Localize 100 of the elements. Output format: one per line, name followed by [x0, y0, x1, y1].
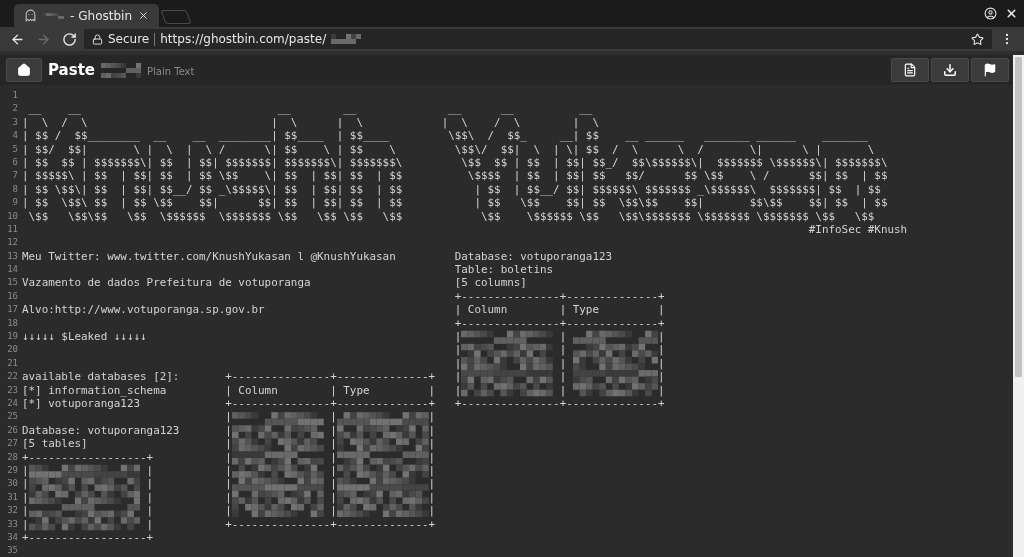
pixelated-redaction	[331, 34, 362, 44]
paste-text: Alvo:http://www.votuporanga.sp.gov.br	[22, 303, 265, 317]
home-icon	[17, 63, 31, 77]
ascii-art: | $$/ $$| \ | \ | \ / \| $$ \ | $$ \	[22, 142, 396, 156]
home-button[interactable]	[6, 58, 42, 82]
ascii-art: \$$\ / $$_ __| $$ __ ______ _______ ______ _______	[447, 129, 868, 143]
paste-text: | Column | Type |	[454, 303, 665, 317]
line-number: 1	[11, 89, 18, 102]
ascii-art: | \ / \ | \ | \	[22, 115, 363, 130]
line-number: 16	[6, 289, 18, 303]
paste-text: [5 columns]	[454, 276, 527, 290]
document-icon	[903, 63, 917, 77]
line-number: 18	[6, 316, 18, 330]
paste-text: | | |	[225, 490, 436, 505]
security-label: Secure	[108, 31, 150, 48]
ascii-art: \$$\/ $$| \ | \| $$ / \ \ / \| \ | \	[453, 142, 875, 156]
line-number: 29	[6, 463, 18, 477]
paste-text: | |	[22, 504, 154, 518]
back-icon	[9, 31, 25, 47]
paste-text: | |	[22, 490, 154, 505]
paste-text: ↓↓↓↓↓ $Leaked ↓↓↓↓↓	[22, 330, 147, 344]
paste-text: | | |	[454, 330, 665, 344]
ascii-art: __ __ __	[447, 102, 593, 116]
paste-text: | | |	[454, 383, 665, 397]
paste-text: [*] information_schema	[22, 383, 167, 397]
line-number: 22	[6, 370, 18, 384]
line-number: 7	[11, 169, 18, 183]
close-icon[interactable]	[138, 10, 149, 21]
paste-text: [*] votuporanga123	[22, 397, 141, 411]
star-icon[interactable]	[971, 32, 984, 46]
reload-icon	[61, 31, 77, 47]
paste-text: | | |	[454, 370, 665, 384]
paste-text: | | |	[225, 423, 436, 438]
paste-text: | | |	[225, 450, 436, 464]
paste-text: +---------------+--------------+	[454, 397, 665, 411]
line-number: 10	[6, 209, 18, 223]
ascii-art: | $$ \$$ $$| $$ \$$\$$ $$| $$\$$ $$| $$ | $$	[473, 196, 888, 210]
line-number: 21	[6, 356, 18, 370]
line-number: 8	[11, 182, 18, 196]
raw-button[interactable]	[891, 58, 929, 82]
paste-text: Database: votuporanga123	[454, 249, 613, 264]
paste-text: Meu Twitter: www.twitter.com/KnushYukasan l @KnushYukasan	[22, 249, 396, 264]
syntax-label: Plain Text	[147, 65, 195, 79]
paste-text: | | |	[454, 343, 665, 357]
ascii-art: \$$ $$ | $$ | $$| $$_/ $$\$$$$$$\| $$$$$$$ \$$$$$$\| $$$$$$$\	[460, 155, 888, 170]
line-number: 27	[6, 437, 18, 451]
line-number: 30	[6, 477, 18, 491]
url-text: https://ghostbin.com/paste/	[160, 31, 327, 48]
scrollbar[interactable]	[1013, 55, 1024, 557]
paste-text: | | |	[225, 437, 436, 451]
paste-text: | |	[22, 463, 154, 478]
close-icon[interactable]	[1005, 7, 1018, 20]
ascii-art: | $$ / $$________ __ __ ________| $$____ | $$____	[22, 129, 390, 143]
hashtags-text: #InfoSec #Knush	[808, 222, 908, 236]
paste-text: | | |	[454, 356, 665, 371]
scrollbar-thumb[interactable]	[1015, 57, 1022, 377]
paste-text: +------------------+	[22, 450, 154, 464]
line-number: 26	[6, 423, 18, 437]
pixelated-redaction	[43, 10, 65, 21]
paste-text: | |	[22, 517, 154, 531]
ascii-art: \$$ \$$\$$ \$$ \$$$$$$ \$$$$$$$ \$$ \$$ \$$ \$$	[27, 209, 403, 223]
paste-title: Paste	[48, 59, 95, 81]
line-number: 13	[6, 249, 18, 263]
ascii-art: | \ / \ | \	[441, 115, 599, 130]
line-number: 5	[11, 142, 18, 156]
paste-text: | | |	[225, 410, 436, 424]
line-number: 31	[6, 490, 18, 504]
address-bar[interactable]: Secure https://ghostbin.com/paste/	[84, 29, 992, 49]
line-number: 9	[11, 196, 18, 210]
line-number: 32	[6, 504, 18, 518]
line-number: 34	[6, 530, 18, 544]
line-number: 15	[6, 276, 18, 290]
report-button[interactable]	[971, 58, 1009, 82]
ascii-art: | $$ | $$__/ $$| $$$$$$\ $$$$$$$ _\$$$$$$\ $$$$$$$| $$ | $$	[473, 182, 881, 197]
line-number: 35	[6, 544, 18, 557]
paste-text: Database: votuporanga123	[22, 423, 180, 438]
line-number: 4	[11, 129, 18, 143]
pixelated-redaction	[101, 62, 141, 78]
line-number: 3	[11, 115, 18, 129]
paste-text: +---------------+--------------+	[454, 316, 665, 331]
paste-text: +------------------+	[22, 530, 154, 545]
paste-text: | Column | Type |	[225, 383, 436, 397]
paste-text: available databases [2]:	[22, 370, 180, 384]
paste-text: +---------------+--------------+	[225, 517, 436, 531]
paste-text: | |	[22, 477, 154, 491]
lock-icon	[92, 33, 103, 45]
ascii-art: | $$$$$\ | $$ | $$| $$ | $$ \$$ \| $$ | $$| $$ | $$	[22, 169, 403, 183]
line-number: 20	[6, 343, 18, 357]
line-number: 11	[6, 222, 18, 236]
line-number: 6	[11, 155, 18, 169]
tab-title: - Ghostbin	[70, 7, 132, 25]
line-number: 24	[6, 397, 18, 410]
browser-tab[interactable]: - Ghostbin	[14, 4, 159, 27]
paste-text: | | |	[225, 477, 436, 491]
paste-text: Vazamento de dados Prefeitura de votuporanga	[22, 276, 311, 290]
ascii-art: \$$ \$$$$$$ \$$ \$$\$$$$$$$ \$$$$$$$ \$$$$$$$ \$$ \$$	[479, 209, 875, 223]
download-button[interactable]	[931, 58, 969, 82]
profile-icon[interactable]	[984, 7, 997, 20]
paste-text: [5 tables]	[22, 437, 88, 451]
paste-text: +---------------+--------------+	[454, 289, 665, 304]
